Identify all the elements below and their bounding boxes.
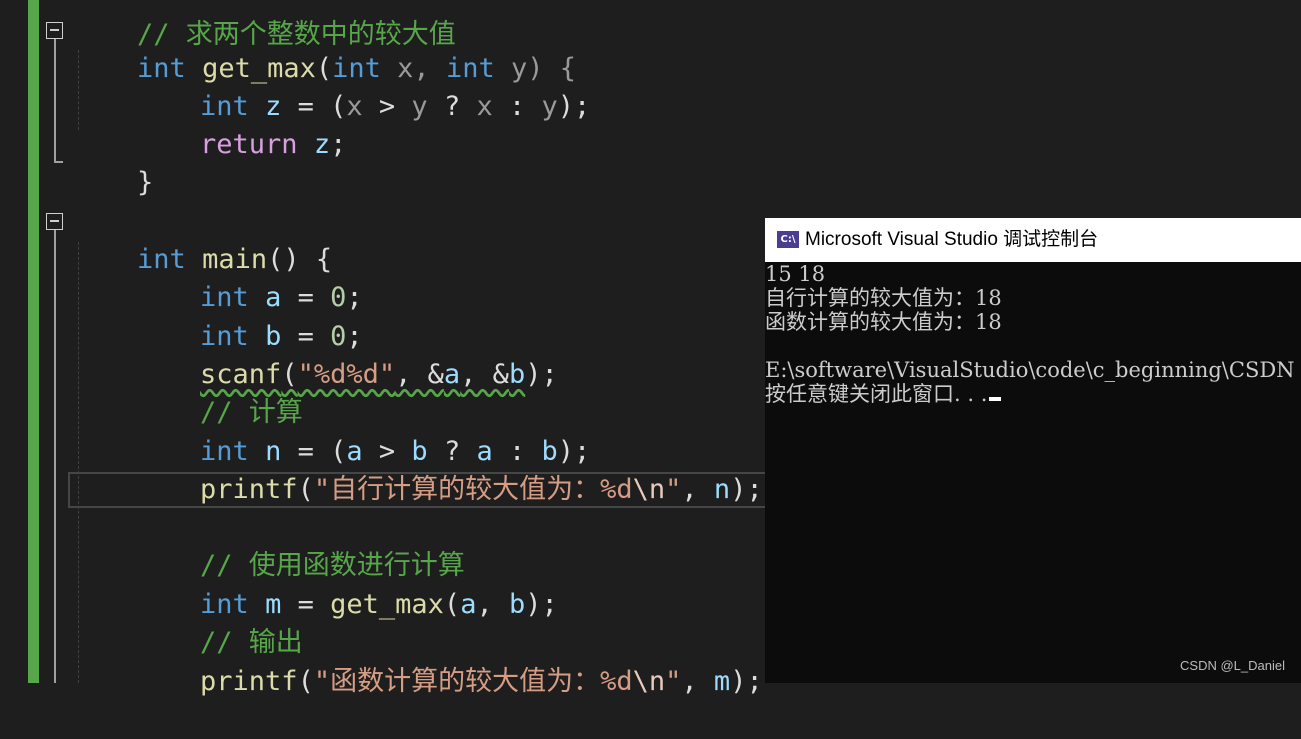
code-line-10[interactable]: int n = (a > b ? a : b); (135, 395, 590, 467)
code-line-8[interactable]: scanf("%d%d", &a, &b); (135, 318, 558, 390)
punctuation: ); (730, 474, 763, 505)
punctuation: ); (525, 589, 558, 620)
debug-console-window[interactable]: C:\ Microsoft Visual Studio 调试控制台 15 18 … (765, 218, 1301, 683)
escape-sequence: \n (632, 666, 666, 697)
variable: z (313, 129, 331, 160)
collapse-icon[interactable] (46, 213, 63, 230)
string: " (665, 666, 682, 697)
variable: b (508, 589, 526, 620)
console-cursor (989, 397, 1002, 401)
variable: a (443, 359, 461, 390)
watermark: CSDN @L_Daniel (1180, 658, 1285, 673)
code-line-12[interactable]: // 使用函数进行计算 (135, 509, 465, 581)
function-name: get_max (330, 589, 444, 620)
code-line-4[interactable]: } (72, 126, 153, 198)
console-title: Microsoft Visual Studio 调试控制台 (805, 229, 1099, 250)
operator: , & (395, 359, 444, 390)
operator: , & (460, 359, 509, 390)
variable: y (411, 91, 428, 122)
escape-sequence: \n (632, 474, 666, 505)
variable: n (713, 474, 731, 505)
code-line-3[interactable]: return z; (135, 88, 346, 160)
console-titlebar[interactable]: C:\ Microsoft Visual Studio 调试控制台 (765, 218, 1301, 262)
string: "%d%d" (297, 359, 396, 390)
string: "自行计算的较大值为：%d (313, 474, 633, 505)
punctuation: , (476, 589, 509, 620)
punctuation: ); (557, 91, 591, 122)
change-tracking-bar (28, 0, 39, 683)
code-line-1[interactable]: int get_max(int x, int y) { (72, 12, 576, 84)
fold-guide (54, 39, 56, 161)
console-prompt-text: 按任意键关闭此窗口. . . (765, 382, 988, 406)
operator: > (362, 91, 412, 122)
punctuation: ); (730, 666, 763, 697)
variable: b (508, 359, 526, 390)
variable: a (460, 589, 477, 620)
fold-guide (54, 230, 56, 683)
punctuation: ( (443, 589, 461, 620)
console-app-icon: C:\ (777, 231, 799, 248)
console-line: E:\software\VisualStudio\code\c_beginnin… (765, 358, 1295, 382)
code-line-11[interactable]: printf("自行计算的较大值为：%d\n", n); (135, 433, 763, 505)
variable: y (541, 91, 558, 122)
fold-guide-end (54, 161, 63, 163)
console-line: 函数计算的较大值为：18 (765, 310, 1002, 334)
code-line-6[interactable]: int a = 0; (135, 241, 363, 313)
variable: m (713, 666, 731, 697)
code-line-7[interactable]: int b = 0; (135, 280, 363, 352)
variable: x (346, 91, 363, 122)
punctuation: , (681, 666, 714, 697)
code-line-9[interactable]: // 计算 (135, 356, 303, 428)
console-line: 15 18 (765, 262, 826, 286)
string: " (665, 474, 682, 505)
code-line-2[interactable]: int z = (x > y ? x : y); (135, 50, 590, 122)
punctuation: ( (297, 474, 314, 505)
console-line: 自行计算的较大值为：18 (765, 286, 1002, 310)
console-line-prompt: 按任意键关闭此窗口. . . (765, 382, 1301, 406)
string: "函数计算的较大值为：%d (313, 666, 633, 697)
code-line-15[interactable]: printf("函数计算的较大值为：%d\n", m); (135, 625, 763, 697)
code-line-13[interactable]: int m = get_max(a, b); (135, 548, 558, 620)
function-name: printf (200, 474, 298, 505)
brace: } (137, 167, 154, 198)
operator: ? (427, 91, 477, 122)
keyword: return (200, 129, 298, 160)
punctuation: ; (330, 129, 347, 160)
collapse-icon[interactable] (46, 22, 63, 39)
punctuation: , (681, 474, 714, 505)
operator: : (492, 91, 542, 122)
punctuation: ( (297, 666, 314, 697)
function-name: printf (200, 666, 298, 697)
punctuation: ); (525, 359, 558, 390)
editor-margin (0, 0, 27, 683)
code-line-5[interactable]: int main() { (72, 203, 332, 275)
console-output[interactable]: 15 18 自行计算的较大值为：18 函数计算的较大值为：18 E:\softw… (765, 262, 1301, 683)
code-line-14[interactable]: // 输出 (135, 586, 303, 658)
variable: x (476, 91, 493, 122)
